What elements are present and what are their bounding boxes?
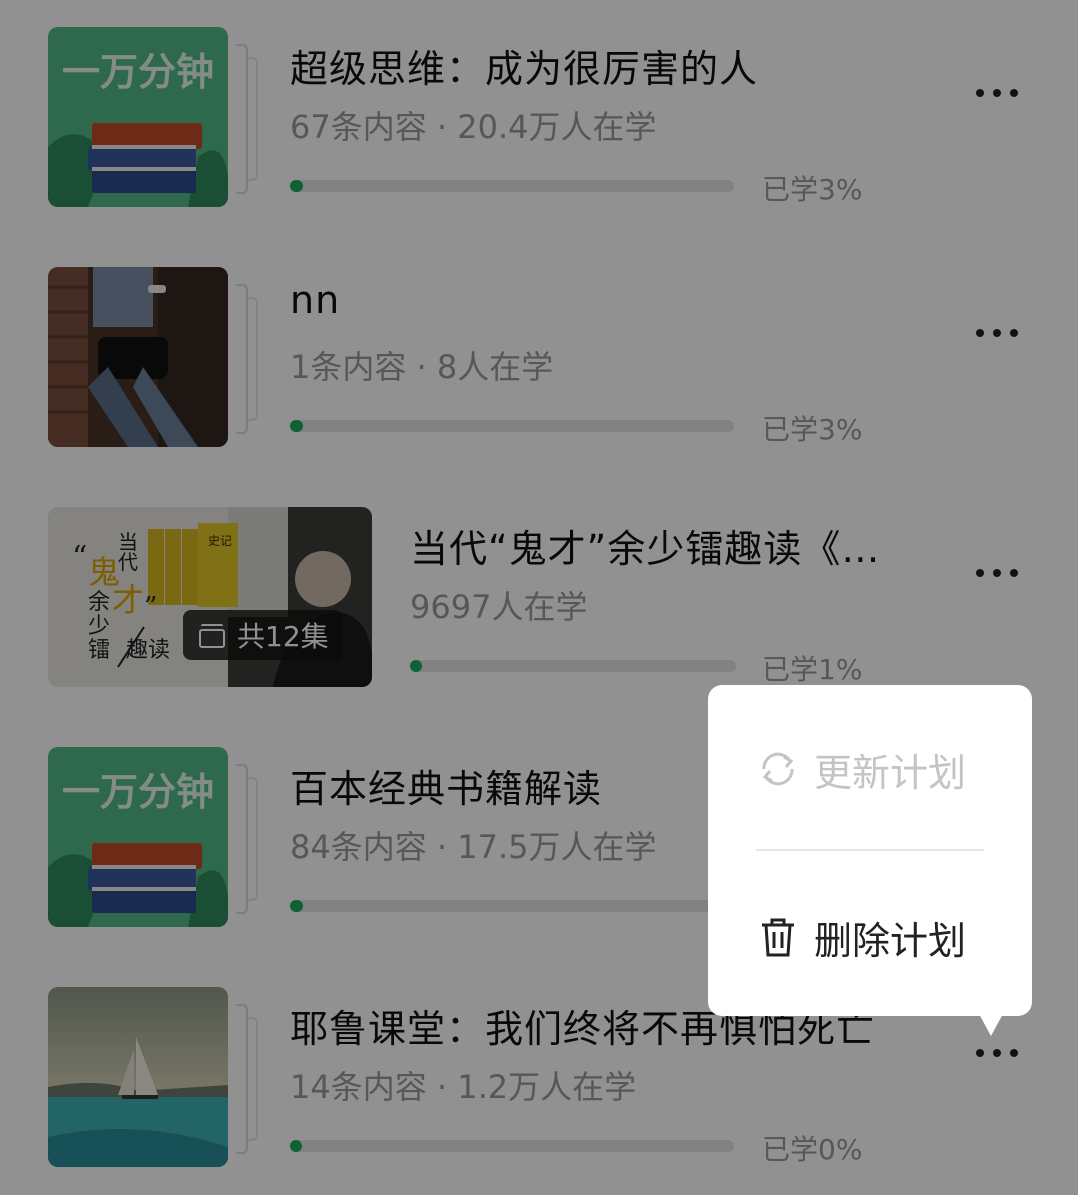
trash-icon xyxy=(762,918,794,957)
refresh-icon xyxy=(762,752,794,786)
delete-plan-label: 删除计划 xyxy=(814,918,967,963)
delete-plan-button[interactable]: 删除计划 xyxy=(756,907,966,967)
update-plan-button[interactable]: 更新计划 xyxy=(756,739,966,799)
update-plan-label: 更新计划 xyxy=(814,750,967,795)
plan-options-popup: 更新计划 删除计划 xyxy=(708,685,1032,1016)
popup-divider xyxy=(756,849,984,851)
popup-arrow xyxy=(978,1012,1004,1036)
